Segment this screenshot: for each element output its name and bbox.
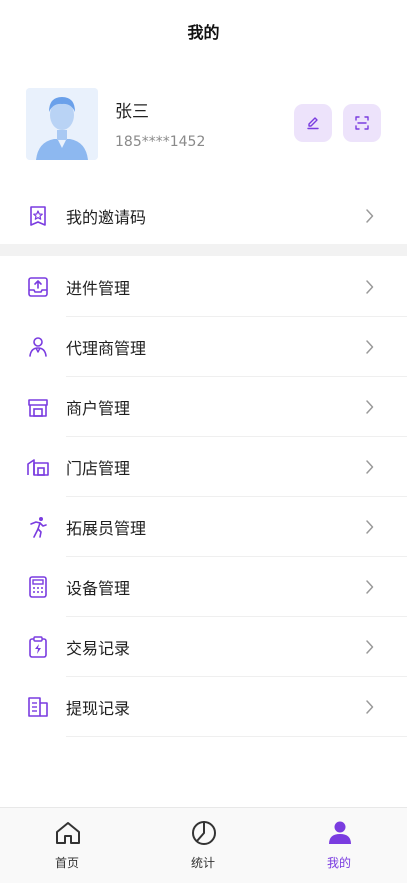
menu-item-withdrawals[interactable]: 提现记录	[0, 677, 407, 737]
chevron-right-icon	[366, 209, 374, 223]
menu-item-label: 设备管理	[66, 579, 131, 598]
star-badge-icon	[30, 206, 46, 226]
building-icon	[27, 459, 49, 476]
profile-card: 张三 185****1452	[0, 86, 407, 162]
user-phone: 185****1452	[115, 134, 206, 150]
receipt-icon	[28, 697, 48, 717]
tab-label: 首页	[54, 856, 79, 870]
store-icon	[28, 399, 48, 417]
menu-item-label: 拓展员管理	[66, 519, 147, 538]
menu-item-label: 提现记录	[66, 699, 131, 718]
page-title: 我的	[187, 23, 220, 42]
menu-item-stores[interactable]: 门店管理	[0, 437, 407, 497]
tab-home[interactable]: 首页	[22, 808, 112, 883]
tab-label: 我的	[326, 856, 351, 870]
user-icon	[329, 821, 351, 844]
menu-item-merchants[interactable]: 商户管理	[0, 377, 407, 437]
chevron-right-icon	[366, 700, 374, 714]
clipboard-bolt-icon	[29, 636, 47, 658]
page-header: 我的	[0, 0, 407, 64]
menu-item-invite-code[interactable]: 我的邀请码	[0, 186, 407, 246]
chevron-right-icon	[366, 460, 374, 474]
menu-item-label: 代理商管理	[66, 339, 147, 358]
menu-item-agents[interactable]: 代理商管理	[0, 317, 407, 377]
menu-item-devices[interactable]: 设备管理	[0, 557, 407, 617]
chevron-right-icon	[366, 400, 374, 414]
chevron-right-icon	[366, 640, 374, 654]
runner-icon	[30, 517, 47, 538]
menu-item-label: 商户管理	[66, 399, 131, 418]
menu-item-label: 进件管理	[66, 279, 131, 298]
menu-item-label: 我的邀请码	[66, 208, 147, 227]
home-icon	[56, 822, 80, 844]
row-divider	[66, 736, 407, 737]
chevron-right-icon	[366, 280, 374, 294]
avatar[interactable]	[26, 88, 98, 160]
user-name: 张三	[115, 102, 149, 122]
scan-icon	[355, 116, 369, 130]
scan-button[interactable]	[343, 104, 381, 142]
bottom-tab-bar: 首页 统计 我的	[0, 807, 407, 883]
edit-icon	[307, 117, 319, 130]
menu-item-transactions[interactable]: 交易记录	[0, 617, 407, 677]
tab-stats[interactable]: 统计	[158, 808, 248, 883]
menu-item-onboarding[interactable]: 进件管理	[0, 257, 407, 317]
avatar-person-icon	[26, 88, 98, 160]
tab-mine[interactable]: 我的	[294, 808, 384, 883]
edit-profile-button[interactable]	[294, 104, 332, 142]
tab-label: 统计	[190, 856, 215, 870]
chevron-right-icon	[366, 580, 374, 594]
chevron-right-icon	[366, 520, 374, 534]
menu-item-label: 门店管理	[66, 459, 131, 478]
upload-tray-icon	[28, 277, 48, 297]
section-divider	[0, 244, 407, 256]
chevron-right-icon	[366, 340, 374, 354]
menu-item-promoters[interactable]: 拓展员管理	[0, 497, 407, 557]
person-icon	[29, 337, 47, 357]
menu-item-label: 交易记录	[66, 639, 131, 658]
pie-chart-icon	[192, 821, 216, 845]
calculator-icon	[29, 576, 47, 598]
